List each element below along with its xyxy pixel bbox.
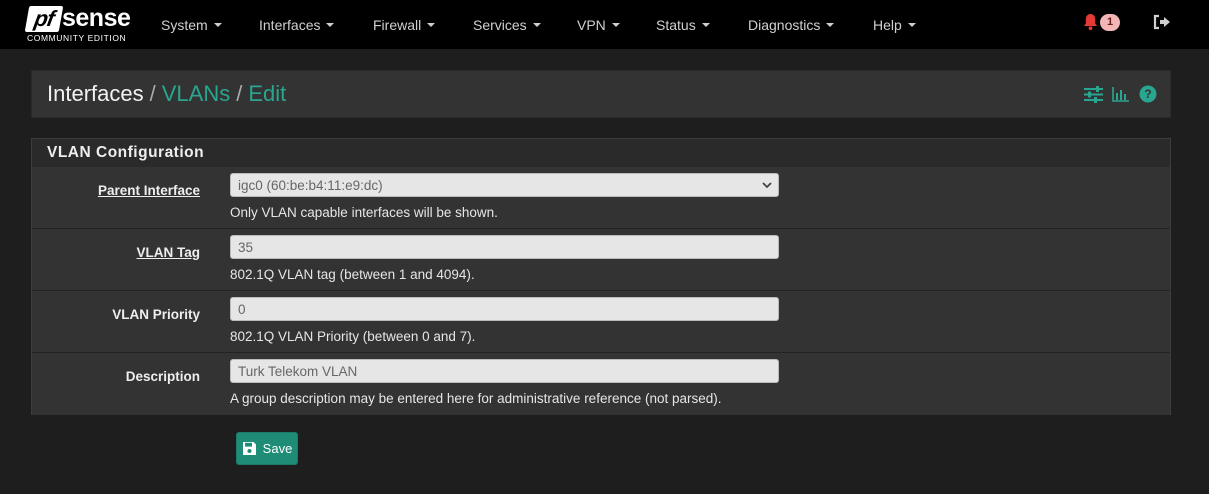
description-label: Description [125, 369, 200, 384]
vlan-tag-value: 35 [238, 239, 254, 255]
nav-menu-help[interactable]: Help [873, 0, 916, 49]
vlan-tag-input[interactable]: 35 [230, 235, 779, 259]
nav-menu-label: VPN [577, 16, 606, 33]
svg-text:?: ? [1144, 87, 1151, 101]
sliders-icon[interactable] [1084, 85, 1103, 103]
sign-out-icon [1153, 14, 1170, 30]
parent-interface-selected-value: igc0 (60:be:b4:11:e9:dc) [238, 177, 383, 193]
description-value: Turk Telekom VLAN [238, 363, 358, 379]
logout-button[interactable] [1153, 14, 1171, 35]
parent-interface-select[interactable]: igc0 (60:be:b4:11:e9:dc) [230, 173, 779, 197]
nav-menu-label: System [161, 16, 208, 33]
form-row-vlan-tag: VLAN Tag 35 802.1Q VLAN tag (between 1 a… [32, 229, 1170, 291]
caret-down-icon [907, 22, 916, 27]
brand-edition: COMMUNITY EDITION [27, 33, 127, 43]
nav-menu-label: Help [873, 16, 902, 33]
nav-menu-services[interactable]: Services [473, 0, 541, 49]
caret-down-icon [427, 22, 436, 27]
parent-interface-help: Only VLAN capable interfaces will be sho… [230, 205, 498, 220]
caret-down-icon [701, 22, 710, 27]
form-row-vlan-priority: VLAN Priority 0 802.1Q VLAN Priority (be… [32, 291, 1170, 353]
description-help: A group description may be entered here … [230, 391, 722, 406]
vlan-tag-label: VLAN Tag [136, 245, 201, 260]
parent-interface-label: Parent Interface [97, 183, 200, 198]
brand-logo-sense: sense [62, 4, 131, 32]
nav-menu-interfaces[interactable]: Interfaces [259, 0, 335, 49]
form-row-parent-interface: Parent Interface igc0 (60:be:b4:11:e9:dc… [32, 167, 1170, 229]
save-button[interactable]: Save [236, 432, 298, 465]
breadcrumb: Interfaces / VLANs / Edit [47, 81, 286, 107]
brand-logo[interactable]: pf sense COMMUNITY EDITION [24, 4, 135, 46]
nav-menu-diagnostics[interactable]: Diagnostics [748, 0, 835, 49]
nav-menu-label: Status [656, 16, 696, 33]
save-icon [242, 442, 256, 455]
save-button-label: Save [262, 441, 293, 456]
nav-menu-firewall[interactable]: Firewall [373, 0, 436, 49]
bar-chart-icon[interactable] [1112, 86, 1130, 102]
notification-count-badge: 1 [1100, 13, 1120, 31]
breadcrumb-edit-link[interactable]: Edit [248, 81, 286, 106]
nav-menu-status[interactable]: Status [656, 0, 710, 49]
caret-down-icon [611, 22, 620, 27]
nav-menu-label: Diagnostics [748, 16, 821, 33]
vlan-priority-value: 0 [238, 301, 246, 317]
brand-logo-pf: pf [24, 5, 64, 32]
nav-menu-vpn[interactable]: VPN [577, 0, 620, 49]
breadcrumb-separator: / [149, 81, 156, 106]
vlan-configuration-panel: VLAN Configuration Parent Interface igc0… [31, 138, 1171, 415]
vlan-priority-label: VLAN Priority [112, 307, 200, 322]
description-input[interactable]: Turk Telekom VLAN [230, 359, 779, 383]
notifications-button[interactable]: 1 [1082, 13, 1120, 31]
vlan-tag-help: 802.1Q VLAN tag (between 1 and 4094). [230, 267, 475, 282]
vlan-priority-help: 802.1Q VLAN Priority (between 0 and 7). [230, 329, 476, 344]
breadcrumb-bar: Interfaces / VLANs / Edit ? [31, 70, 1171, 118]
vlan-priority-input[interactable]: 0 [230, 297, 779, 321]
breadcrumb-shortcuts: ? [1084, 85, 1157, 103]
breadcrumb-interfaces: Interfaces [47, 81, 144, 106]
form-row-description: Description Turk Telekom VLAN A group de… [32, 353, 1170, 415]
caret-down-icon [532, 22, 541, 27]
panel-title: VLAN Configuration [32, 139, 1170, 168]
nav-menu-label: Firewall [373, 16, 422, 33]
breadcrumb-vlans-link[interactable]: VLANs [162, 81, 230, 106]
caret-down-icon [826, 22, 835, 27]
nav-menu-system[interactable]: System [161, 0, 222, 49]
help-icon[interactable]: ? [1139, 85, 1157, 103]
caret-down-icon [213, 22, 222, 27]
caret-down-icon [326, 22, 335, 27]
bell-icon [1084, 14, 1097, 31]
chevron-down-icon [762, 182, 772, 189]
nav-menu-label: Interfaces [259, 16, 321, 33]
nav-menu-label: Services [473, 16, 527, 33]
breadcrumb-separator: / [236, 81, 243, 106]
top-navbar: pf sense COMMUNITY EDITION System Interf… [0, 0, 1209, 49]
